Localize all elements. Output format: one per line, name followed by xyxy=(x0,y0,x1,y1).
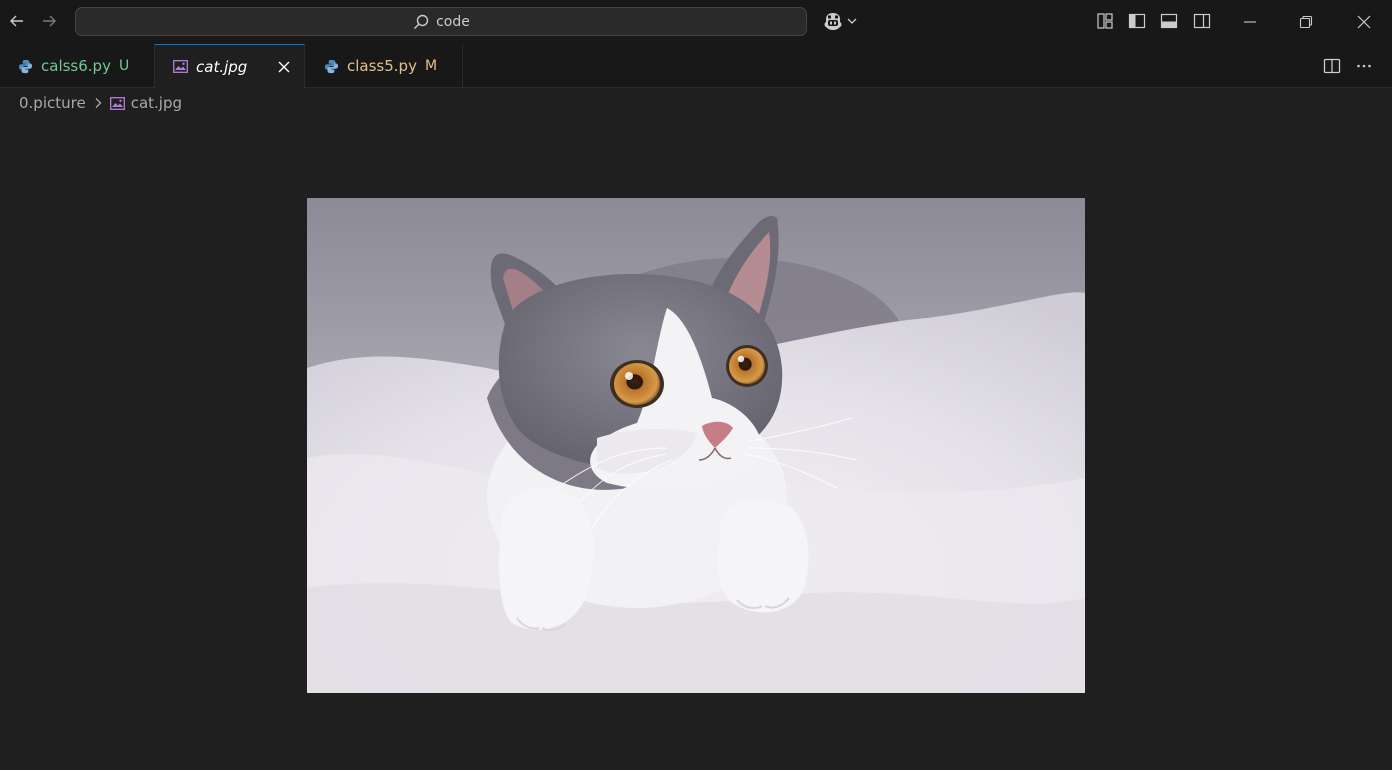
title-bar: code xyxy=(0,0,1392,44)
breadcrumb-folder[interactable]: 0.picture xyxy=(19,94,86,112)
editor-tab-bar: calss6.py U cat.jpg class5.py M xyxy=(0,44,1392,88)
copilot-icon xyxy=(824,13,842,30)
python-icon xyxy=(323,58,339,74)
customize-layout-icon xyxy=(1097,13,1113,29)
image-preview-area xyxy=(0,118,1392,770)
cat-photo xyxy=(307,198,1085,693)
split-editor-icon xyxy=(1323,58,1341,74)
breadcrumb-file[interactable]: cat.jpg xyxy=(131,94,182,112)
chevron-right-icon xyxy=(92,97,104,109)
more-icon xyxy=(1357,64,1371,68)
back-button[interactable] xyxy=(2,6,32,36)
split-editor-button[interactable] xyxy=(1320,54,1344,78)
more-actions-button[interactable] xyxy=(1352,54,1376,78)
minimize-button[interactable] xyxy=(1227,0,1273,44)
python-icon xyxy=(17,58,33,74)
chevron-down-icon xyxy=(847,18,857,24)
cat-image[interactable] xyxy=(307,198,1085,693)
tab-label: calss6.py xyxy=(41,57,111,75)
git-status-badge: U xyxy=(118,58,130,74)
tab-label: class5.py xyxy=(347,57,417,75)
tab-cat-jpg[interactable]: cat.jpg xyxy=(155,44,305,88)
tab-class5-py[interactable]: class5.py M xyxy=(305,44,463,88)
toggle-panel-button[interactable] xyxy=(1157,9,1181,33)
close-icon xyxy=(1357,15,1371,29)
breadcrumb: 0.picture cat.jpg xyxy=(19,92,182,114)
forward-button[interactable] xyxy=(34,6,64,36)
image-file-icon xyxy=(109,96,125,110)
command-center-search[interactable]: code xyxy=(75,7,807,36)
close-window-button[interactable] xyxy=(1341,0,1387,44)
tab-label: cat.jpg xyxy=(196,57,248,76)
close-icon xyxy=(278,61,290,73)
minimize-icon xyxy=(1244,21,1256,23)
restore-button[interactable] xyxy=(1283,0,1329,44)
restore-icon xyxy=(1299,15,1313,29)
toggle-secondary-sidebar-button[interactable] xyxy=(1190,9,1214,33)
git-status-badge: M xyxy=(424,58,438,74)
search-text: code xyxy=(436,13,470,30)
arrow-left-icon xyxy=(10,15,23,27)
tab-calss6-py[interactable]: calss6.py U xyxy=(0,44,155,88)
sidebar-left-icon xyxy=(1128,13,1146,29)
arrow-right-icon xyxy=(43,15,56,27)
close-tab-button[interactable] xyxy=(274,57,294,77)
sidebar-right-icon xyxy=(1193,13,1211,29)
copilot-menu-button[interactable] xyxy=(822,8,862,34)
image-file-icon xyxy=(172,59,188,75)
toggle-primary-sidebar-button[interactable] xyxy=(1125,9,1149,33)
customize-layout-button[interactable] xyxy=(1093,9,1117,33)
search-icon xyxy=(414,14,429,29)
panel-bottom-icon xyxy=(1160,13,1178,29)
